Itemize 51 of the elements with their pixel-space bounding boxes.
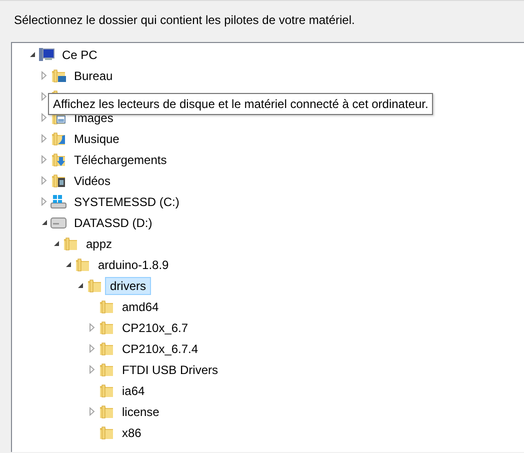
tree-item[interactable]: FTDI USB Drivers [117,360,223,378]
tree-item[interactable]: CP210x_6.7.4 [117,340,204,358]
folder-icon [98,361,115,378]
tree-item[interactable]: Bureau [69,66,118,84]
collapsed-arrow-icon[interactable] [41,92,47,101]
tree-item[interactable]: SYSTEMESSD (C:) [69,192,184,210]
tree-item[interactable]: CP210x_6.7 [117,318,194,336]
folder-icon [50,151,67,168]
tree-item[interactable]: Musique [69,130,124,148]
folder-icon [50,67,67,84]
tree-item[interactable]: appz [81,234,118,252]
collapsed-arrow-icon[interactable] [89,344,95,353]
drive-icon [50,193,67,210]
expanded-arrow-icon[interactable] [64,261,72,268]
instruction-text: Sélectionnez le dossier qui contient les pilotes de votre matériel. [13,12,356,29]
tree-item[interactable]: Ce PC [57,46,102,64]
computer-icon [38,46,55,63]
collapsed-arrow-icon[interactable] [41,71,47,80]
tree-item[interactable]: drivers [105,276,152,294]
folder-icon [86,277,103,294]
tree-item[interactable]: arduino-1.8.9 [93,256,174,274]
tree-item[interactable]: amd64 [117,298,164,316]
folder-icon [98,403,115,420]
collapsed-arrow-icon[interactable] [41,155,47,164]
folder-icon [98,340,115,357]
expanded-arrow-icon[interactable] [76,282,84,289]
tree-item[interactable]: Téléchargements [69,150,172,168]
folder-icon [98,319,115,336]
folder-icon [50,130,67,147]
tree-item[interactable]: x86 [117,424,146,442]
folder-icon [74,256,91,273]
collapsed-arrow-icon[interactable] [41,176,47,185]
expanded-arrow-icon[interactable] [52,240,60,247]
collapsed-arrow-icon[interactable] [41,113,47,122]
expanded-arrow-icon[interactable] [28,51,36,58]
tree-item[interactable]: Vidéos [69,172,116,190]
collapsed-arrow-icon[interactable] [41,197,47,206]
tooltip: Affichez les lecteurs de disque et le matériel connecté à cet ordinateur. [48,93,434,115]
folder-icon [98,382,115,399]
tree-item[interactable]: license [117,402,164,420]
folder-icon [98,298,115,315]
expanded-arrow-icon[interactable] [40,219,48,226]
collapsed-arrow-icon[interactable] [89,365,95,374]
tree-item[interactable]: ia64 [117,382,150,400]
collapsed-arrow-icon[interactable] [41,134,47,143]
tree-item[interactable]: DATASSD (D:) [69,214,158,232]
folder-icon [62,235,79,252]
folder-icon [50,172,67,189]
collapsed-arrow-icon[interactable] [89,323,95,332]
folder-icon [98,424,115,441]
collapsed-arrow-icon[interactable] [89,407,95,416]
